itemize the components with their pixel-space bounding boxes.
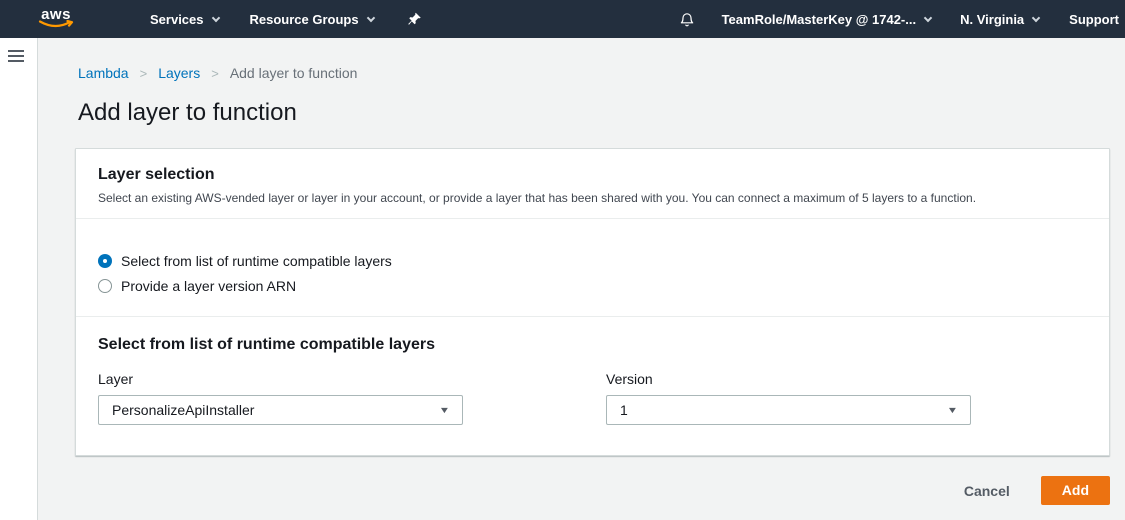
hamburger-menu-icon[interactable] [8,50,24,65]
main-content: Lambda > Layers > Add layer to function … [38,38,1125,520]
cancel-button[interactable]: Cancel [964,483,1010,499]
nav-region-label: N. Virginia [960,12,1024,27]
pin-icon[interactable] [407,11,422,27]
layer-select[interactable]: PersonalizeApiInstaller ▼ [98,395,463,425]
version-select[interactable]: 1 ▼ [606,395,971,425]
chevron-down-icon [924,13,932,21]
breadcrumb-separator: > [211,66,219,81]
radio-label: Provide a layer version ARN [121,278,296,294]
dropdown-arrow-icon: ▼ [947,405,959,415]
breadcrumb-current: Add layer to function [230,65,358,81]
nav-resource-groups-label: Resource Groups [250,12,359,27]
nav-support-label: Support [1069,12,1119,27]
breadcrumb-lambda[interactable]: Lambda [78,65,129,81]
breadcrumb-separator: > [140,66,148,81]
chevron-down-icon [211,13,219,21]
version-field: Version 1 ▼ [606,371,971,425]
card-title: Layer selection [98,166,1087,184]
dropdown-arrow-icon: ▼ [439,405,451,415]
nav-services-menu[interactable]: Services [150,12,219,27]
layer-field: Layer PersonalizeApiInstaller ▼ [98,371,463,425]
chevron-down-icon [366,13,374,21]
breadcrumb-layers[interactable]: Layers [158,65,200,81]
nav-account-menu[interactable]: TeamRole/MasterKey @ 1742-... [722,12,932,27]
radio-unselected-icon[interactable] [98,279,112,293]
card-description: Select an existing AWS-vended layer or l… [98,191,1087,205]
radio-label: Select from list of runtime compatible l… [121,253,392,269]
radio-option-layer-version-arn[interactable]: Provide a layer version ARN [98,278,1087,294]
breadcrumb: Lambda > Layers > Add layer to function [78,65,1125,81]
radio-selected-icon[interactable] [98,254,112,268]
page-title: Add layer to function [78,99,1125,127]
radio-option-runtime-compatible[interactable]: Select from list of runtime compatible l… [98,253,1087,269]
nav-services-label: Services [150,12,204,27]
nav-region-menu[interactable]: N. Virginia [960,12,1039,27]
layer-field-label: Layer [98,371,463,387]
aws-logo[interactable]: aws [35,8,77,30]
notifications-bell-icon[interactable] [679,11,695,28]
nav-support[interactable]: Support [1069,12,1119,27]
footer-actions: Cancel Add [75,476,1110,505]
aws-smile-icon [38,20,74,30]
section-heading: Select from list of runtime compatible l… [98,336,1087,354]
nav-account-label: TeamRole/MasterKey @ 1742-... [722,12,917,27]
add-button[interactable]: Add [1041,476,1110,505]
layer-selection-card: Layer selection Select an existing AWS-v… [75,148,1110,456]
version-select-value: 1 [620,402,628,418]
chevron-down-icon [1032,13,1040,21]
top-navigation-bar: aws Services Resource Groups [0,0,1125,38]
nav-resource-groups-menu[interactable]: Resource Groups [250,12,374,27]
layer-select-value: PersonalizeApiInstaller [112,402,254,418]
version-field-label: Version [606,371,971,387]
left-sidebar-rail [0,38,38,520]
